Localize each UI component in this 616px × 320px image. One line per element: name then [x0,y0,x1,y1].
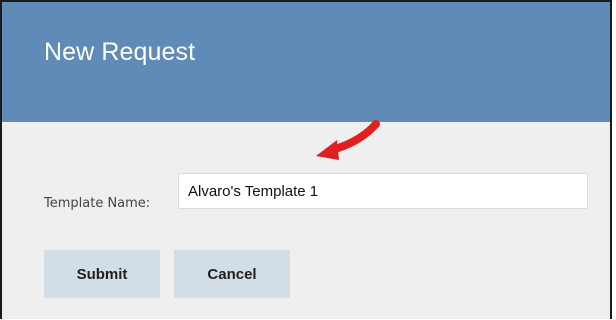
cancel-button[interactable]: Cancel [174,250,290,298]
dialog-title: New Request [44,38,196,66]
new-request-dialog: New Request Template Name: Submit Cancel [0,0,612,319]
submit-button[interactable]: Submit [44,250,160,298]
dialog-header: New Request [2,2,610,122]
red-pointer-arrow-icon [316,120,380,160]
template-name-label: Template Name: [44,196,151,211]
